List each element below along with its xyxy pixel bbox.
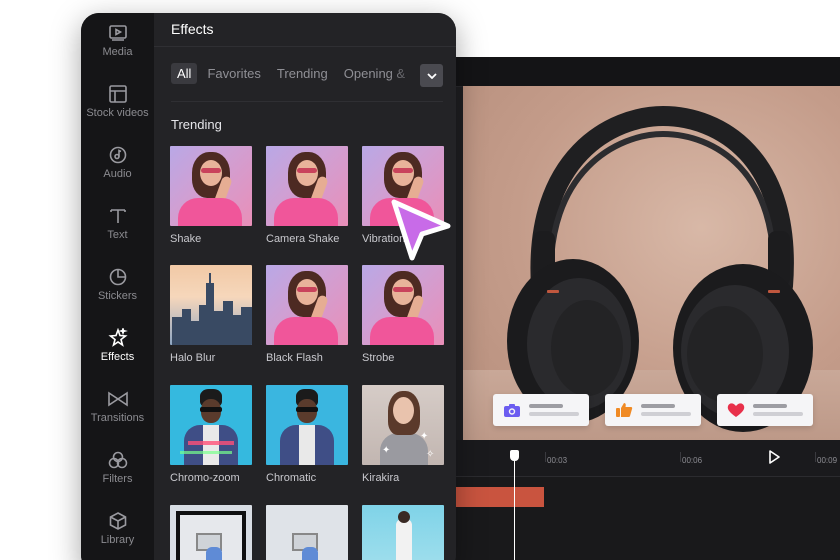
- timeline-tick: 00:03: [547, 456, 568, 465]
- sidebar-item-effects[interactable]: Effects: [81, 328, 154, 384]
- effect-item-kirakira[interactable]: ✦ ✦ ✧ Kirakira: [362, 385, 444, 484]
- effect-thumbnail: [266, 146, 348, 226]
- effect-item[interactable]: [266, 505, 348, 560]
- effect-thumbnail: [362, 505, 444, 560]
- tab-trending[interactable]: Trending: [271, 63, 334, 84]
- effect-thumbnail: ✦ ✦ ✧: [362, 385, 444, 465]
- chevron-down-icon: [426, 72, 437, 79]
- thumbs-up-icon: [615, 402, 633, 418]
- more-tabs-button[interactable]: [420, 64, 443, 87]
- editor-window: [400, 57, 840, 560]
- effect-label: Shake: [170, 233, 202, 245]
- editor-topbar: [400, 57, 840, 87]
- effect-label: Black Flash: [266, 352, 323, 364]
- app-stage: 00:03 00:06 00:09 Media Stock videos Aud…: [0, 0, 840, 560]
- tab-favorites[interactable]: Favorites: [201, 63, 266, 84]
- effects-panel: Media Stock videos Audio Text Stickers E…: [81, 13, 456, 560]
- media-icon: [108, 23, 128, 43]
- sidebar-item-label: Effects: [100, 351, 135, 363]
- effect-item[interactable]: [170, 505, 252, 560]
- effects-icon: [107, 328, 128, 348]
- effect-thumbnail: [170, 385, 252, 465]
- headphones-image: [507, 105, 813, 432]
- sidebar-item-stock-videos[interactable]: Stock videos: [81, 84, 154, 140]
- play-icon[interactable]: [768, 450, 784, 466]
- effect-item-shake[interactable]: Shake: [170, 146, 252, 245]
- effect-thumbnail: [170, 265, 252, 345]
- text-icon: [108, 206, 128, 226]
- tab-all[interactable]: All: [171, 63, 198, 84]
- video-preview[interactable]: [463, 86, 840, 440]
- effect-item-black-flash[interactable]: Black Flash: [266, 265, 348, 364]
- timeline-tick: 00:09: [817, 456, 838, 465]
- effect-item-chromo-zoom[interactable]: Chromo-zoom: [170, 385, 252, 484]
- effect-label: Strobe: [362, 352, 395, 364]
- section-title: Trending: [171, 117, 222, 132]
- effect-item-halo-blur[interactable]: Halo Blur: [170, 265, 252, 364]
- effect-thumbnail: [170, 505, 252, 560]
- heart-icon: [727, 402, 745, 418]
- effect-item-strobe[interactable]: Strobe: [362, 265, 444, 364]
- panel-title: Effects: [171, 21, 214, 37]
- effect-thumbnail: [170, 146, 252, 226]
- reaction-card-heart: [717, 394, 813, 426]
- playhead-handle[interactable]: [510, 450, 519, 461]
- sidebar-item-library[interactable]: Library: [81, 511, 154, 560]
- transitions-icon: [107, 389, 128, 409]
- effect-thumbnail: [362, 265, 444, 345]
- effect-label: Camera Shake: [266, 233, 340, 245]
- pointer-cursor-icon: [391, 199, 451, 261]
- effects-content: Effects All Favorites Trending Opening &…: [154, 13, 456, 560]
- reaction-card-camera: [493, 394, 589, 426]
- audio-icon: [108, 145, 128, 165]
- sidebar: Media Stock videos Audio Text Stickers E…: [81, 13, 154, 560]
- sidebar-item-filters[interactable]: Filters: [81, 450, 154, 506]
- effect-item[interactable]: [362, 505, 444, 560]
- reaction-card-like: [605, 394, 701, 426]
- sidebar-item-label: Stock videos: [86, 107, 149, 119]
- timeline-tick: 00:06: [682, 456, 703, 465]
- stickers-icon: [108, 267, 128, 287]
- sidebar-item-media[interactable]: Media: [81, 23, 154, 79]
- sidebar-item-stickers[interactable]: Stickers: [81, 267, 154, 323]
- sidebar-item-label: Text: [107, 229, 128, 241]
- category-tabs: All Favorites Trending Opening &: [171, 63, 415, 84]
- sidebar-item-label: Library: [100, 534, 135, 546]
- stock-videos-icon: [108, 84, 128, 104]
- sidebar-item-audio[interactable]: Audio: [81, 145, 154, 201]
- effect-item-chromatic[interactable]: Chromatic: [266, 385, 348, 484]
- playhead[interactable]: [514, 450, 515, 560]
- sidebar-item-text[interactable]: Text: [81, 206, 154, 262]
- filters-icon: [108, 450, 128, 470]
- effect-label: Chromatic: [266, 472, 317, 484]
- effect-thumbnail: [266, 385, 348, 465]
- effect-label: Chromo-zoom: [170, 472, 240, 484]
- timeline-clip[interactable]: [456, 487, 544, 507]
- effect-thumbnail: [266, 505, 348, 560]
- library-icon: [108, 511, 128, 531]
- sidebar-item-label: Filters: [102, 473, 133, 485]
- sidebar-item-label: Audio: [103, 168, 132, 180]
- effect-label: Kirakira: [362, 472, 400, 484]
- sidebar-item-label: Transitions: [90, 412, 145, 424]
- effect-thumbnail: [266, 265, 348, 345]
- sidebar-item-label: Media: [102, 46, 133, 58]
- player-controls: [400, 440, 840, 476]
- camera-icon: [503, 402, 521, 418]
- effect-label: Halo Blur: [170, 352, 216, 364]
- sidebar-item-label: Stickers: [97, 290, 138, 302]
- sidebar-item-transitions[interactable]: Transitions: [81, 389, 154, 445]
- effect-item-camera-shake[interactable]: Camera Shake: [266, 146, 348, 245]
